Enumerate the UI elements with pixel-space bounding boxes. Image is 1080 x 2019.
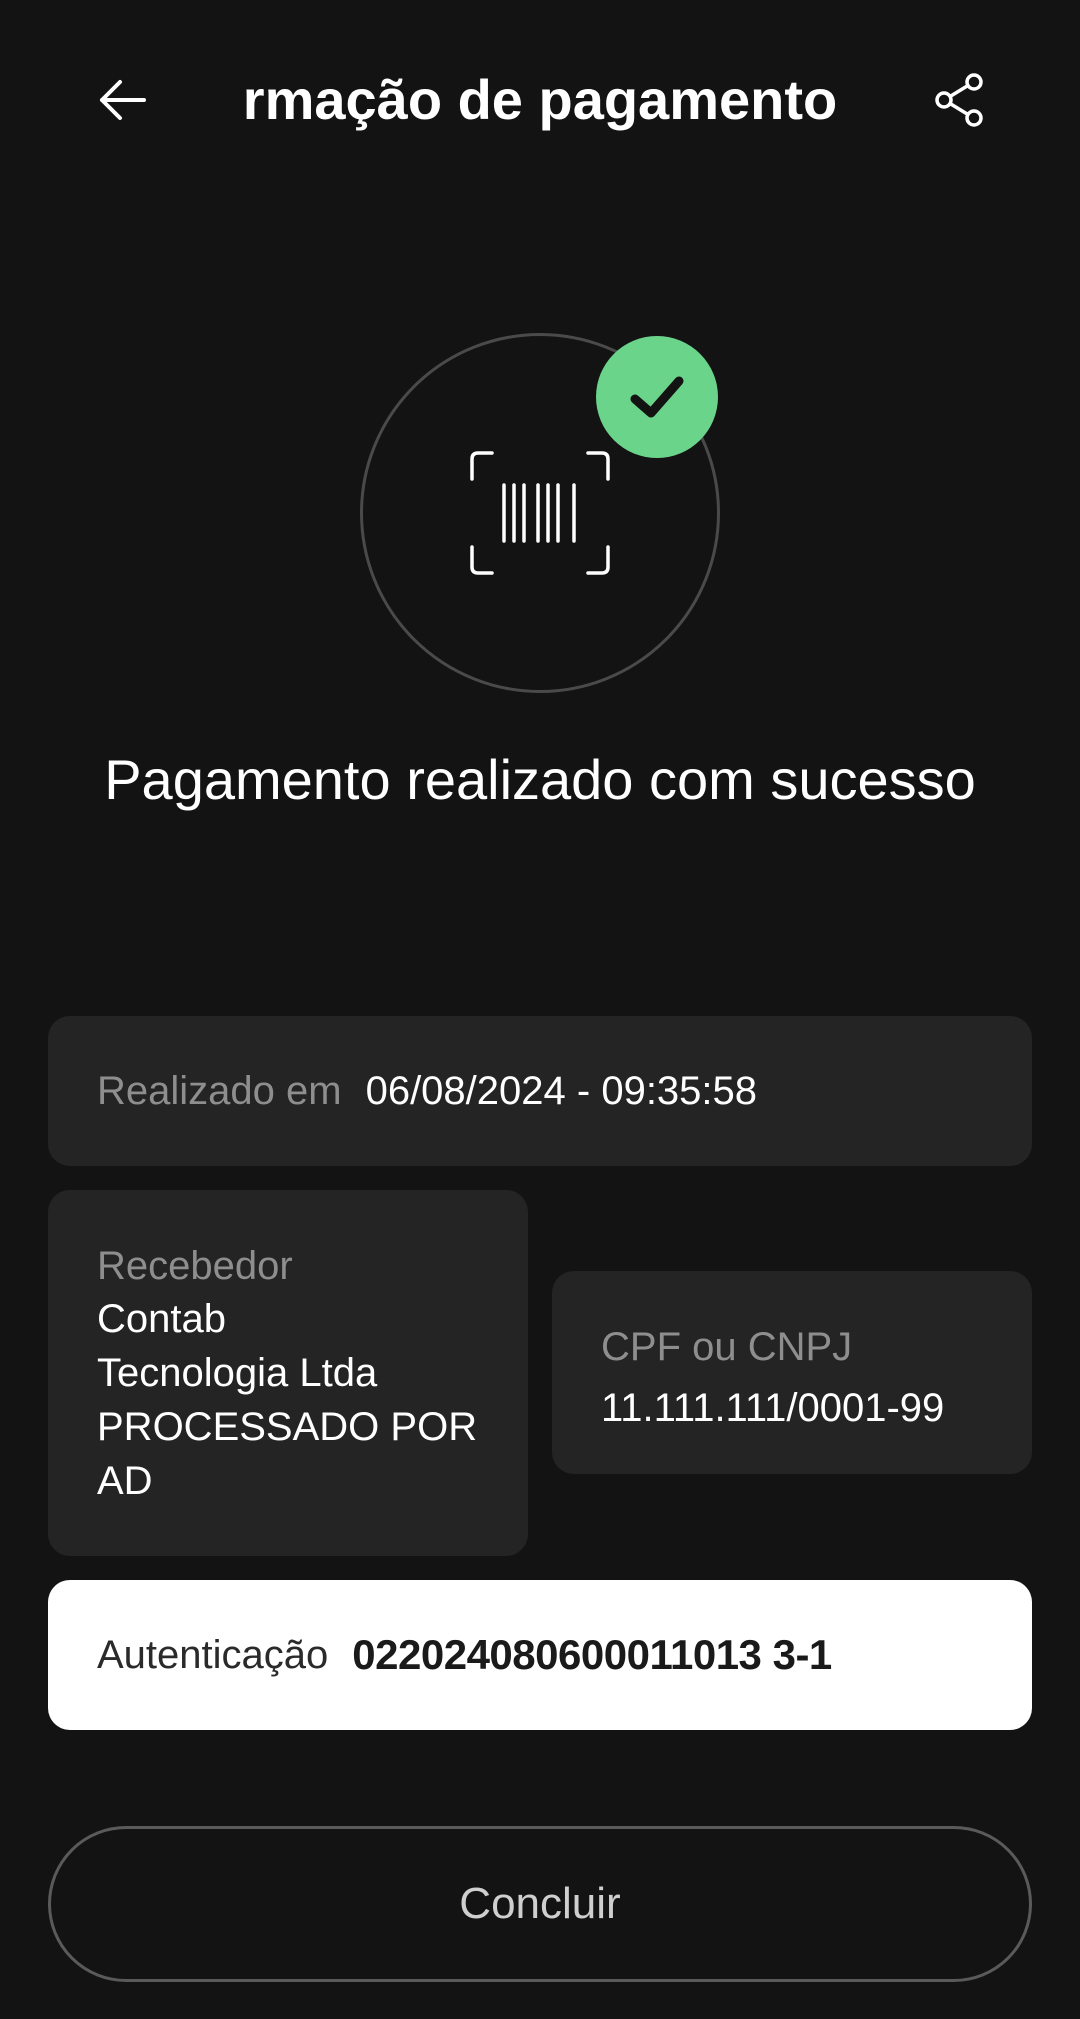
done-button[interactable]: Concluir	[48, 1826, 1032, 1982]
date-value: 06/08/2024 - 09:35:58	[365, 1068, 758, 1113]
document-value: 11.111.111/0001-99	[601, 1386, 945, 1430]
receiver-card: Recebedor Contab Tecnologia Ltda PROCESS…	[48, 1190, 528, 1556]
arrow-left-icon	[100, 80, 146, 120]
receiver-value: Contab Tecnologia Ltda PROCESSADO POR AD	[97, 1297, 478, 1503]
header: rmação de pagamento	[0, 0, 1080, 200]
document-label: CPF ou CNPJ	[601, 1325, 853, 1369]
check-icon	[630, 376, 684, 418]
share-button[interactable]	[926, 66, 994, 134]
authentication-card: Autenticação 022024080600011013 3-1	[48, 1580, 1032, 1730]
date-card: Realizado em 06/08/2024 - 09:35:58	[48, 1016, 1032, 1166]
payment-receipt-screen: rmação de pagamento Pagamento realizado …	[0, 0, 1080, 2019]
success-badge	[596, 336, 718, 458]
auth-label: Autenticação	[97, 1632, 329, 1677]
document-card: CPF ou CNPJ 11.111.111/0001-99	[552, 1271, 1032, 1474]
back-button[interactable]	[88, 66, 156, 134]
success-message: Pagamento realizado com sucesso	[104, 748, 976, 811]
barcode-scan-icon	[470, 451, 610, 575]
auth-value: 022024080600011013 3-1	[352, 1631, 832, 1678]
share-icon	[935, 73, 983, 127]
page-title: rmação de pagamento	[242, 68, 838, 131]
date-label: Realizado em	[97, 1068, 342, 1113]
receiver-label: Recebedor	[97, 1244, 293, 1288]
